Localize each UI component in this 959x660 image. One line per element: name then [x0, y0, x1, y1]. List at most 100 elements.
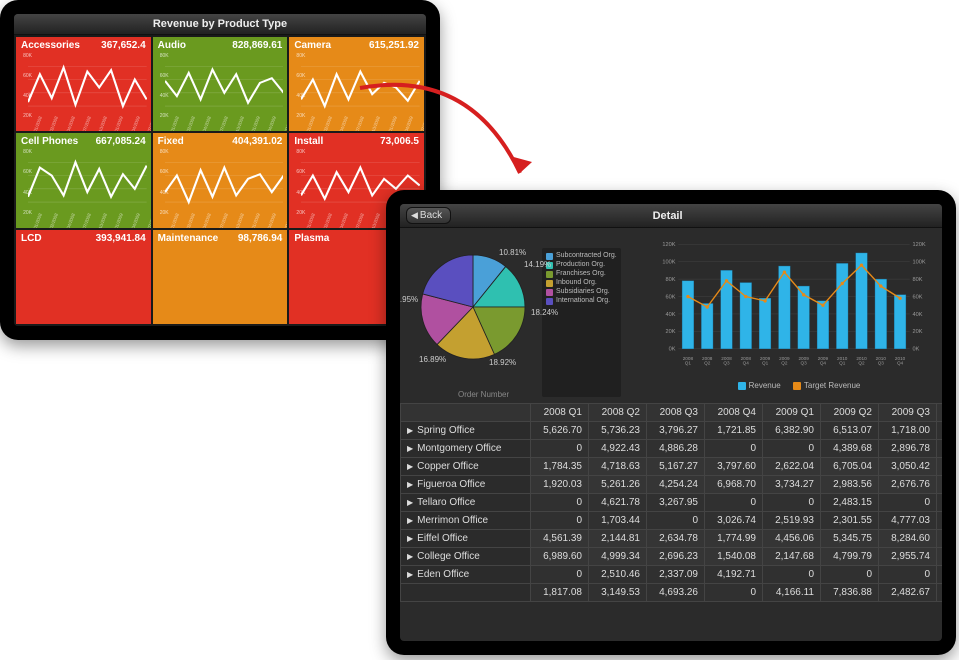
svg-text:2010Q3: 2010Q3: [876, 356, 887, 366]
legend-revenue: Revenue: [749, 381, 781, 390]
col-header[interactable]: 2009 Q3: [879, 404, 937, 422]
pie-slice-label: 14.19%: [524, 260, 551, 269]
row-header[interactable]: ▶Eden Office: [401, 566, 531, 584]
col-header[interactable]: 2009 Q2: [821, 404, 879, 422]
svg-text:100K: 100K: [913, 260, 926, 266]
svg-text:60K: 60K: [666, 294, 676, 300]
legend-item: Inbound Org.: [546, 279, 617, 287]
row-header[interactable]: ▶Merrimon Office: [401, 512, 531, 530]
row-header[interactable]: ▶Spring Office: [401, 422, 531, 440]
col-header[interactable]: 2009 Q1: [763, 404, 821, 422]
svg-text:2010Q2: 2010Q2: [856, 356, 867, 366]
tile-maintenance[interactable]: Maintenance98,786.94: [153, 230, 288, 324]
legend-item: International Org.: [546, 297, 617, 305]
detail-device: ◀ Back Detail Subcontracted Org.Producti…: [386, 190, 956, 655]
pie-chart: Subcontracted Org.Production Org.Franchi…: [408, 234, 648, 397]
svg-text:80K: 80K: [913, 277, 923, 283]
legend-item: Subcontracted Org.: [546, 252, 617, 260]
svg-text:100K: 100K: [662, 260, 675, 266]
table-row: 1,817.083,149.534,693.2604,166.117,836.8…: [401, 584, 943, 602]
svg-text:2009Q4: 2009Q4: [818, 356, 829, 366]
row-header[interactable]: [401, 584, 531, 602]
tile-grid: Accessories367,652.480K60K40K20K01/20080…: [14, 35, 426, 326]
tile-name: Cell Phones: [21, 136, 78, 147]
svg-text:120K: 120K: [662, 242, 675, 248]
tile-audio[interactable]: Audio828,869.6180K60K40K20K01/200802/200…: [153, 37, 288, 131]
row-header[interactable]: ▶Eiffel Office: [401, 530, 531, 548]
legend-item: Production Org.: [546, 261, 617, 269]
pie-slice-label: 20.95%: [400, 295, 418, 304]
svg-text:20K: 20K: [913, 329, 923, 335]
row-header[interactable]: ▶Copper Office: [401, 458, 531, 476]
svg-text:2010Q4: 2010Q4: [895, 356, 906, 366]
tile-name: Accessories: [21, 40, 80, 51]
tile-fixed[interactable]: Fixed404,391.0280K60K40K20K01/200802/200…: [153, 133, 288, 227]
pie-legend: Subcontracted Org.Production Org.Franchi…: [542, 248, 621, 397]
tile-name: Install: [294, 136, 323, 147]
svg-text:2010Q1: 2010Q1: [837, 356, 848, 366]
col-header[interactable]: 2009: [937, 404, 943, 422]
svg-text:40K: 40K: [913, 312, 923, 318]
row-header[interactable]: ▶College Office: [401, 548, 531, 566]
svg-text:2008Q3: 2008Q3: [721, 356, 732, 366]
expand-icon[interactable]: ▶: [407, 498, 413, 507]
tile-camera[interactable]: Camera615,251.9280K60K40K20K01/200802/20…: [289, 37, 424, 131]
tile-value: 367,652.4: [101, 40, 146, 51]
tile-name: Camera: [294, 40, 331, 51]
svg-text:2008Q4: 2008Q4: [741, 356, 752, 366]
tile-value: 404,391.02: [232, 136, 282, 147]
tile-cell-phones[interactable]: Cell Phones667,085.2480K60K40K20K01/2008…: [16, 133, 151, 227]
col-header[interactable]: 2008 Q4: [705, 404, 763, 422]
data-table: 2008 Q12008 Q22008 Q32008 Q42009 Q12009 …: [400, 403, 942, 602]
svg-text:20K: 20K: [666, 329, 676, 335]
table-row: ▶Figueroa Office1,920.035,261.264,254.24…: [401, 476, 943, 494]
data-table-wrap[interactable]: 2008 Q12008 Q22008 Q32008 Q42009 Q12009 …: [400, 403, 942, 641]
pie-slice-label: 18.24%: [531, 308, 558, 317]
detail-header: ◀ Back Detail: [400, 204, 942, 228]
bar-chart: 0K0K20K20K40K40K60K60K80K80K100K100K120K…: [654, 234, 934, 397]
table-row: ▶Eden Office02,510.462,337.094,192.71000…: [401, 566, 943, 584]
expand-icon[interactable]: ▶: [407, 462, 413, 471]
tile-value: 615,251.92: [369, 40, 419, 51]
charts-row: Subcontracted Org.Production Org.Franchi…: [400, 228, 942, 403]
tile-value: 828,869.61: [232, 40, 282, 51]
tile-value: 667,085.24: [96, 136, 146, 147]
svg-text:2009Q3: 2009Q3: [798, 356, 809, 366]
expand-icon[interactable]: ▶: [407, 480, 413, 489]
legend-target: Target Revenue: [804, 381, 860, 390]
svg-text:0K: 0K: [913, 347, 920, 353]
svg-text:40K: 40K: [666, 312, 676, 318]
table-row: ▶Montgomery Office04,922.434,886.28004,3…: [401, 440, 943, 458]
expand-icon[interactable]: ▶: [407, 534, 413, 543]
row-header[interactable]: ▶Figueroa Office: [401, 476, 531, 494]
tile-lcd[interactable]: LCD 393,941.84: [16, 230, 151, 324]
svg-text:80K: 80K: [666, 277, 676, 283]
pie-slice-label: 10.81%: [499, 248, 526, 257]
svg-text:2008Q1: 2008Q1: [683, 356, 694, 366]
expand-icon[interactable]: ▶: [407, 552, 413, 561]
svg-text:2009Q2: 2009Q2: [779, 356, 790, 366]
tile-name: LCD: [21, 233, 42, 244]
col-header[interactable]: 2008 Q2: [589, 404, 647, 422]
pie-subtitle: Order Number: [458, 390, 509, 399]
expand-icon[interactable]: ▶: [407, 426, 413, 435]
pie-slice-label: 16.89%: [419, 355, 446, 364]
col-header[interactable]: 2008 Q1: [531, 404, 589, 422]
svg-text:2008Q2: 2008Q2: [702, 356, 713, 366]
expand-icon[interactable]: ▶: [407, 570, 413, 579]
tile-name: Fixed: [158, 136, 184, 147]
tile-accessories[interactable]: Accessories367,652.480K60K40K20K01/20080…: [16, 37, 151, 131]
table-row: ▶Spring Office5,626.705,736.233,796.271,…: [401, 422, 943, 440]
expand-icon[interactable]: ▶: [407, 516, 413, 525]
expand-icon[interactable]: ▶: [407, 444, 413, 453]
tile-name: Plasma: [294, 233, 329, 244]
table-row: ▶Eiffel Office4,561.392,144.812,634.781,…: [401, 530, 943, 548]
row-header[interactable]: ▶Montgomery Office: [401, 440, 531, 458]
svg-text:2009Q1: 2009Q1: [760, 356, 771, 366]
tile-value: 393,941.84: [96, 233, 146, 244]
svg-text:0K: 0K: [669, 347, 676, 353]
col-header[interactable]: 2008 Q3: [647, 404, 705, 422]
pie-slice-label: 18.92%: [489, 358, 516, 367]
row-header[interactable]: ▶Tellaro Office: [401, 494, 531, 512]
dashboard-title: Revenue by Product Type: [14, 14, 426, 35]
